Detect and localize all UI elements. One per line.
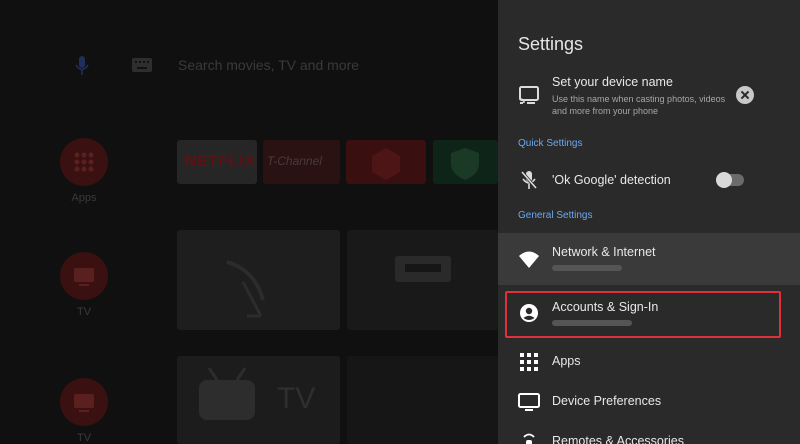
apps-item[interactable]: Apps xyxy=(498,348,800,376)
apps-title: Apps xyxy=(552,354,581,368)
set-device-name-title: Set your device name xyxy=(552,75,673,89)
tv-label: TV xyxy=(277,382,316,415)
accounts-sign-in-title: Accounts & Sign-In xyxy=(552,300,659,314)
microphone-off-icon xyxy=(520,171,538,189)
settings-title: Settings xyxy=(518,34,584,54)
account-email-redacted xyxy=(552,320,632,326)
content-tile xyxy=(347,230,498,330)
microphone-icon xyxy=(75,56,89,75)
toggle-knob xyxy=(716,172,732,188)
tv-icon xyxy=(60,378,108,426)
rail-item-tv: TV xyxy=(58,252,110,318)
rail-label: TV xyxy=(76,432,92,444)
device-preferences-item[interactable]: Device Preferences xyxy=(498,388,800,416)
monitor-icon xyxy=(518,393,540,411)
network-internet-title: Network & Internet xyxy=(552,245,656,259)
netflix-tile: NETFLIX xyxy=(177,140,257,184)
t-channel-logo: T-Channel xyxy=(267,154,322,168)
live-tv-tile: TV xyxy=(177,356,340,444)
settings-panel: Settings Set your device name Use this n… xyxy=(498,0,800,444)
rail-item-apps: Apps xyxy=(58,138,110,204)
set-device-name-subtitle-2: and more from your phone xyxy=(552,106,659,116)
hdmi-icon xyxy=(395,256,451,282)
rail-label: Apps xyxy=(71,192,97,204)
device-preferences-title: Device Preferences xyxy=(552,394,662,408)
cast-icon xyxy=(519,86,539,104)
network-internet-item[interactable]: Network & Internet xyxy=(498,233,800,285)
keyboard-icon xyxy=(132,58,152,72)
ok-google-toggle[interactable] xyxy=(716,172,744,188)
apps-grid-icon xyxy=(520,353,538,371)
tv-icon xyxy=(199,367,255,420)
app-tile xyxy=(346,140,426,184)
shield-icon xyxy=(451,148,479,180)
rail-label: TV xyxy=(76,306,92,318)
close-icon[interactable] xyxy=(736,86,754,104)
search-placeholder: Search movies, TV and more xyxy=(178,57,360,73)
ok-google-detection-item[interactable]: 'Ok Google' detection xyxy=(498,166,800,194)
highlight-box xyxy=(505,291,781,338)
apps-grid-icon xyxy=(60,138,108,186)
network-name-redacted xyxy=(552,265,622,271)
set-device-name-subtitle-1: Use this name when casting photos, video… xyxy=(552,94,726,104)
content-tile xyxy=(177,230,340,330)
account-circle-icon xyxy=(520,304,538,322)
rail-item-tv-2: TV xyxy=(58,378,110,444)
remotes-accessories-item[interactable]: Remotes & Accessories xyxy=(498,428,800,444)
quick-settings-header: Quick Settings xyxy=(518,138,583,149)
app-tile xyxy=(433,140,498,184)
set-device-name-item[interactable]: Set your device name Use this name when … xyxy=(498,72,800,122)
satellite-dish-icon xyxy=(226,260,265,318)
t-channel-tile: T-Channel xyxy=(263,140,340,184)
tv-icon xyxy=(60,252,108,300)
search-bar: Search movies, TV and more xyxy=(0,52,498,80)
accounts-sign-in-item[interactable]: Accounts & Sign-In xyxy=(498,289,800,341)
general-settings-header: General Settings xyxy=(518,210,593,221)
ok-google-label: 'Ok Google' detection xyxy=(552,173,671,187)
content-tile xyxy=(347,356,498,444)
wifi-icon xyxy=(519,251,539,268)
cube-icon xyxy=(372,148,400,180)
remote-icon xyxy=(523,433,535,444)
netflix-logo: NETFLIX xyxy=(185,153,256,170)
remotes-accessories-title: Remotes & Accessories xyxy=(552,434,684,444)
home-screen-background: Search movies, TV and more Apps TV TV NE… xyxy=(0,0,498,444)
